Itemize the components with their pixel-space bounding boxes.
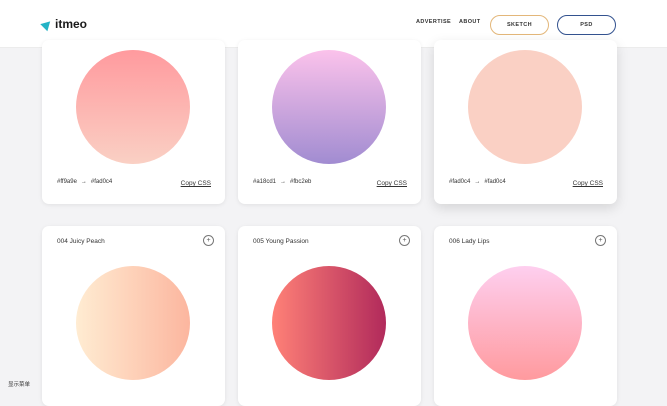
gradient-card[interactable]: #ff9a9e → #fad0c4 Copy CSS: [42, 40, 225, 204]
plus-icon[interactable]: +: [203, 235, 214, 246]
gradient-title: 006 Lady Lips: [449, 238, 490, 245]
gradient-title: 005 Young Passion: [253, 238, 309, 245]
gradient-hex-line: #ff9a9e → #fad0c4: [57, 179, 112, 185]
gradient-circle: [272, 50, 386, 164]
color-to: #fad0c4: [484, 179, 506, 185]
sketch-button[interactable]: SKETCH: [490, 15, 549, 35]
gradient-card[interactable]: 005 Young Passion +: [238, 226, 421, 406]
color-to: #fad0c4: [90, 179, 113, 185]
gradient-title: 004 Juicy Peach: [57, 238, 105, 245]
copy-css-button[interactable]: Copy CSS: [181, 180, 211, 187]
gradient-card-hovered[interactable]: #fad0c4 → #fad0c4 Copy CSS: [434, 40, 617, 204]
arrow-icon: →: [474, 179, 481, 185]
arrow-icon: →: [280, 179, 287, 185]
plus-icon[interactable]: +: [399, 235, 410, 246]
color-to: #fbc2eb: [290, 179, 312, 185]
gradient-circle: [272, 266, 386, 380]
gradient-circle: [76, 50, 190, 164]
psd-button[interactable]: PSD: [557, 15, 616, 35]
copy-css-button[interactable]: Copy CSS: [573, 180, 603, 187]
copy-css-button[interactable]: Copy CSS: [377, 180, 407, 187]
color-from: #ff9a9e: [57, 179, 77, 185]
gradient-hex-line: #a18cd1 → #fbc2eb: [253, 179, 311, 185]
gradient-card[interactable]: 006 Lady Lips +: [434, 226, 617, 406]
plus-icon[interactable]: +: [595, 235, 606, 246]
gradient-circle: [76, 266, 190, 380]
gradient-hex-line: #fad0c4 → #fad0c4: [449, 179, 506, 185]
color-from: #a18cd1: [253, 179, 277, 185]
gradient-circle: [468, 50, 582, 164]
logo-text: itmeo: [55, 17, 88, 31]
show-menu-label[interactable]: 显示菜单: [8, 380, 30, 388]
gradient-card[interactable]: #a18cd1 → #fbc2eb Copy CSS: [238, 40, 421, 204]
gradient-card[interactable]: 004 Juicy Peach +: [42, 226, 225, 406]
logo[interactable]: itmeo: [40, 17, 88, 31]
color-from: #fad0c4: [449, 179, 471, 185]
nav-about-link[interactable]: ABOUT: [459, 19, 481, 25]
nav-advertise-link[interactable]: ADVERTISE: [416, 19, 451, 25]
logo-diamond-icon: [40, 17, 54, 31]
arrow-icon: →: [80, 179, 87, 185]
gradient-circle: [468, 266, 582, 380]
